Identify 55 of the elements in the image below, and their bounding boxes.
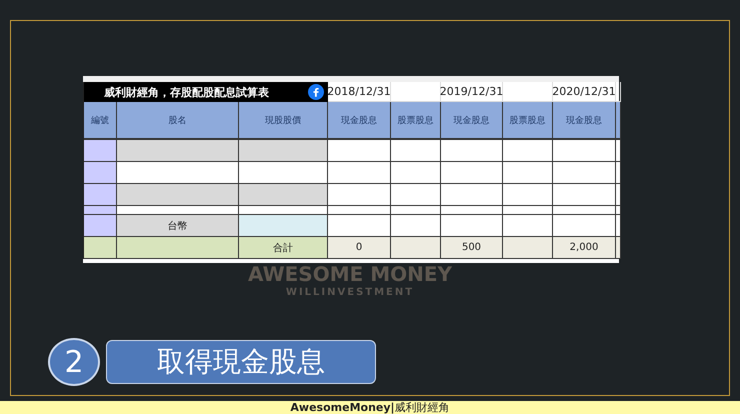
table-cell: 500 (441, 237, 503, 259)
column-header: 現金股息 (441, 102, 503, 140)
table-cell (503, 215, 553, 237)
table-cell: 台幣 (117, 215, 239, 237)
table-cell (328, 140, 391, 162)
table-cell (441, 184, 503, 206)
table-cell (503, 206, 553, 215)
facebook-icon (308, 84, 324, 100)
table-cell (84, 184, 117, 206)
table-cell (328, 206, 391, 215)
table-cell (553, 162, 616, 184)
table-cell (503, 184, 553, 206)
column-header: 現金股息 (328, 102, 391, 140)
logo-text: AWESOME MONEY (248, 264, 452, 284)
table-cell (553, 184, 616, 206)
table-cell (503, 162, 553, 184)
footer-brand: AwesomeMoney| (290, 401, 395, 414)
table-cell (84, 206, 117, 215)
table-cell: 2,000 (553, 237, 616, 259)
table-cell (328, 215, 391, 237)
table-cell (553, 140, 616, 162)
table-cell (328, 162, 391, 184)
table-cell (84, 140, 117, 162)
table-cell (391, 215, 441, 237)
table-cell (391, 140, 441, 162)
table-cell (553, 215, 616, 237)
column-header: 現股股價 (239, 102, 328, 140)
table-cell (391, 184, 441, 206)
table-cell (441, 162, 503, 184)
table-cell (84, 162, 117, 184)
footer-name: 威利財經角 (394, 400, 450, 414)
table-cell (503, 140, 553, 162)
column-header: 股票股息 (391, 102, 441, 140)
column-header (616, 102, 621, 140)
logo-tagline: WILLINVESTMENT (286, 287, 414, 298)
column-header: 現金股息 (553, 102, 616, 140)
table-cell: 0 (328, 237, 391, 259)
column-header: 股名 (117, 102, 239, 140)
table-cell (328, 184, 391, 206)
sheet-title: 威利財經角，存股配股配息試算表 (84, 82, 328, 102)
column-header: 編號 (84, 102, 117, 140)
table-cell (391, 237, 441, 259)
table-cell (84, 215, 117, 237)
table-cell (391, 206, 441, 215)
table-cell (391, 162, 441, 184)
step-label: 取得現金股息 (106, 340, 376, 384)
step-number: 2 (48, 338, 100, 386)
table-cell (441, 215, 503, 237)
table-cell (84, 237, 117, 259)
column-header: 股票股息 (503, 102, 553, 140)
table-cell (441, 206, 503, 215)
table-cell (553, 206, 616, 215)
table-cell: 合計 (239, 237, 328, 259)
table-cell (441, 140, 503, 162)
table-cell (503, 237, 553, 259)
